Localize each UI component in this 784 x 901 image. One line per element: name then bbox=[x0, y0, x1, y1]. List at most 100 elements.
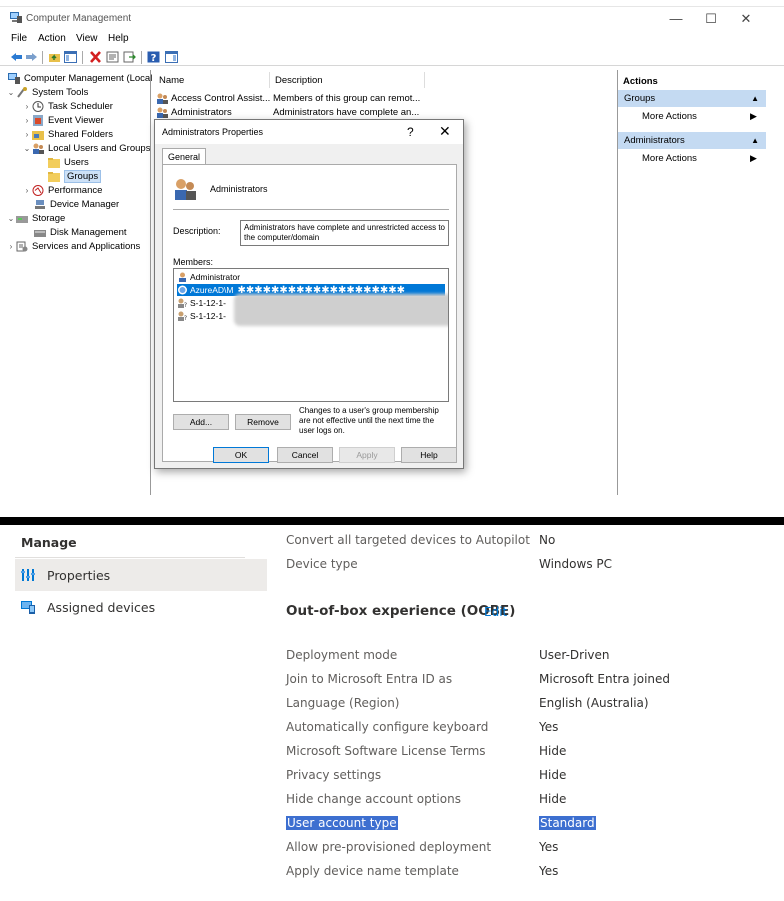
up-folder-icon[interactable] bbox=[48, 51, 61, 63]
redaction-blur bbox=[234, 294, 448, 326]
properties-icon bbox=[21, 569, 35, 581]
tree-node-groups[interactable]: Groups bbox=[48, 170, 102, 183]
properties-icon[interactable] bbox=[106, 51, 119, 63]
members-label: Members: bbox=[173, 257, 214, 267]
actions-section-groups[interactable]: Groups ▲ bbox=[618, 90, 766, 107]
property-label: Hide change account options bbox=[286, 792, 461, 806]
actions-pane: Actions Groups ▲ More Actions ▶ Administ… bbox=[618, 70, 766, 495]
chevron-right-icon[interactable]: › bbox=[22, 130, 32, 139]
tree-node-device-manager[interactable]: Device Manager bbox=[34, 198, 119, 211]
chevron-right-icon[interactable]: › bbox=[22, 102, 32, 111]
property-value: No bbox=[539, 533, 556, 547]
actions-section-administrators[interactable]: Administrators ▲ bbox=[618, 132, 766, 149]
more-actions-item[interactable]: More Actions ▶ bbox=[642, 111, 757, 125]
ok-button[interactable]: OK bbox=[213, 447, 269, 463]
member-item[interactable]: ? S-1-12-1- bbox=[177, 297, 226, 309]
remove-button[interactable]: Remove bbox=[235, 414, 291, 430]
member-name: AzureAD\M bbox=[190, 285, 234, 295]
tree-node-users[interactable]: Users bbox=[48, 156, 89, 169]
tree-label: Task Scheduler bbox=[48, 101, 113, 112]
chevron-down-icon[interactable]: ⌄ bbox=[6, 88, 16, 97]
chevron-down-icon[interactable]: ⌄ bbox=[22, 144, 32, 153]
member-item[interactable]: ? S-1-12-1- bbox=[177, 310, 226, 322]
apply-button[interactable]: Apply bbox=[339, 447, 395, 463]
toolbar: ? bbox=[0, 48, 784, 66]
tree-label: Groups bbox=[64, 170, 102, 183]
show-hide-action-pane-icon[interactable] bbox=[165, 51, 178, 63]
maximize-button[interactable]: ☐ bbox=[701, 11, 721, 27]
dialog-help-button[interactable]: ? bbox=[407, 125, 414, 139]
tree-node-storage[interactable]: ⌄ Storage bbox=[6, 212, 66, 225]
pane-divider[interactable] bbox=[150, 70, 151, 495]
tree-node-shared-folders[interactable]: › Shared Folders bbox=[22, 128, 113, 141]
shared-folder-icon bbox=[32, 131, 44, 140]
tree-node-performance[interactable]: › Performance bbox=[22, 184, 102, 197]
dialog-close-button[interactable]: ✕ bbox=[439, 123, 451, 140]
chevron-right-icon[interactable]: › bbox=[22, 116, 32, 125]
chevron-down-icon[interactable]: ⌄ bbox=[6, 214, 16, 223]
tree-node-event-viewer[interactable]: › Event Viewer bbox=[22, 114, 104, 127]
menu-file[interactable]: File bbox=[11, 33, 27, 44]
system-tools-icon bbox=[17, 87, 27, 98]
close-button[interactable]: ✕ bbox=[736, 11, 756, 27]
list-row[interactable]: Access Control Assist... Members of this… bbox=[156, 92, 420, 105]
property-value: English (Australia) bbox=[539, 696, 649, 710]
svg-text:?: ? bbox=[184, 315, 187, 321]
nav-item-properties[interactable]: Properties bbox=[15, 559, 267, 591]
add-button[interactable]: Add... bbox=[173, 414, 229, 430]
chevron-right-icon[interactable]: › bbox=[6, 242, 16, 251]
tree-label: Disk Management bbox=[50, 227, 127, 238]
back-icon[interactable] bbox=[10, 51, 23, 63]
tree-node-services-apps[interactable]: › Services and Applications bbox=[6, 240, 141, 253]
tree-node-system-tools[interactable]: ⌄ System Tools bbox=[6, 86, 88, 99]
property-value: Yes bbox=[539, 840, 559, 854]
members-list[interactable]: Administrator AzureAD\M ✱✱✱✱✱✱✱✱✱✱✱✱✱✱✱✱… bbox=[173, 268, 449, 402]
window-top-edge bbox=[0, 0, 784, 7]
submenu-arrow-icon: ▶ bbox=[750, 153, 757, 163]
group-icon bbox=[175, 179, 196, 200]
event-viewer-icon bbox=[33, 115, 43, 126]
performance-icon bbox=[32, 185, 44, 196]
menu-help[interactable]: Help bbox=[108, 33, 129, 44]
delete-icon[interactable] bbox=[89, 51, 102, 63]
tree-node-disk-management[interactable]: Disk Management bbox=[34, 226, 127, 239]
collapse-icon[interactable]: ▲ bbox=[751, 136, 759, 145]
column-header-description[interactable]: Description bbox=[270, 72, 425, 88]
menu-view[interactable]: View bbox=[76, 33, 98, 44]
show-hide-tree-icon[interactable] bbox=[64, 51, 77, 63]
users-icon bbox=[33, 143, 44, 154]
collapse-icon[interactable]: ▲ bbox=[751, 94, 759, 103]
tree-node-local-users-groups[interactable]: ⌄ Local Users and Groups bbox=[22, 142, 150, 155]
property-value: Microsoft Entra joined bbox=[539, 672, 671, 686]
toolbar-separator bbox=[82, 51, 83, 64]
property-label: Allow pre-provisioned deployment bbox=[286, 840, 492, 854]
property-label-highlighted: User account type bbox=[286, 816, 398, 830]
toolbar-separator bbox=[141, 51, 142, 64]
property-value: Yes bbox=[539, 864, 559, 878]
window-title: Computer Management bbox=[26, 13, 132, 24]
help-icon[interactable]: ? bbox=[147, 51, 160, 63]
column-header-name[interactable]: Name bbox=[154, 72, 270, 88]
tree-label: Device Manager bbox=[50, 199, 120, 210]
forward-icon[interactable] bbox=[25, 51, 38, 63]
description-field[interactable]: Administrators have complete and unrestr… bbox=[240, 220, 449, 246]
group-description: Administrators have complete an... bbox=[273, 107, 420, 118]
menu-action[interactable]: Action bbox=[38, 33, 66, 44]
edit-link[interactable]: Edit bbox=[484, 605, 507, 619]
tree-node-root[interactable]: Computer Management (Local bbox=[8, 72, 152, 85]
cancel-button[interactable]: Cancel bbox=[277, 447, 333, 463]
nav-item-assigned-devices[interactable]: Assigned devices bbox=[15, 591, 267, 623]
member-item[interactable]: Administrator bbox=[177, 271, 240, 283]
property-label: Microsoft Software License Terms bbox=[286, 744, 486, 758]
tab-general[interactable]: General bbox=[162, 148, 207, 165]
list-row[interactable]: Administrators Administrators have compl… bbox=[156, 106, 419, 119]
tree-node-task-scheduler[interactable]: › Task Scheduler bbox=[22, 100, 113, 113]
export-list-icon[interactable] bbox=[123, 51, 136, 63]
chevron-right-icon[interactable]: › bbox=[22, 186, 32, 195]
help-button[interactable]: Help bbox=[401, 447, 457, 463]
minimize-button[interactable]: — bbox=[666, 11, 686, 26]
property-label: Join to Microsoft Entra ID as bbox=[286, 672, 453, 686]
nav-label: Properties bbox=[47, 567, 111, 583]
group-icon bbox=[157, 93, 168, 104]
more-actions-item[interactable]: More Actions ▶ bbox=[642, 153, 757, 167]
